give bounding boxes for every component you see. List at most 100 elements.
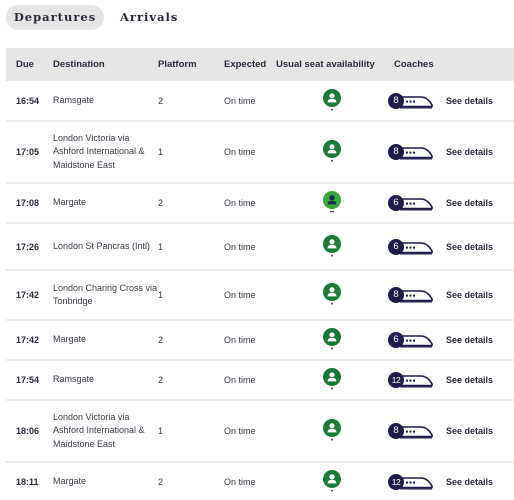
seat-circle <box>323 328 341 346</box>
destination: Margate <box>53 476 87 487</box>
platform: 1 <box>158 426 164 436</box>
due-time: 18:06 <box>16 426 40 436</box>
person-icon <box>327 195 337 205</box>
table-row: 17:08 Margate 2 On time •• 6 See details <box>6 184 514 224</box>
seat-circle <box>323 140 341 158</box>
person-icon <box>327 144 337 154</box>
seat-availability: • <box>276 419 388 444</box>
seat-availability-badge: • <box>323 328 341 353</box>
coach-count-badge: 8 <box>388 422 434 440</box>
table-row: 18:11 Margate 2 On time • 12 See details <box>6 463 514 500</box>
platform: 1 <box>158 147 164 157</box>
seat-availability-badge: • <box>323 140 341 165</box>
expected-status: On time <box>224 290 256 300</box>
coach-count-badge: 8 <box>388 92 434 110</box>
table-header: Due Destination Platform Expected Usual … <box>6 48 514 81</box>
table-row: 17:54 Ramsgate 2 On time • 12 See detail… <box>6 361 514 401</box>
seat-circle <box>323 234 341 253</box>
expected-status: On time <box>224 198 256 208</box>
seat-availability-badge: • <box>323 470 341 495</box>
seat-level-dots: • <box>330 107 334 114</box>
table-row: 17:42 London Charing Cross via Tonbridge… <box>6 271 514 321</box>
coaches: 8 <box>388 92 446 110</box>
table-row: 18:06 London Victoria via Ashford Intern… <box>6 401 514 463</box>
coaches: 8 <box>388 143 446 161</box>
coaches: 12 <box>388 473 446 491</box>
person-icon <box>327 423 337 433</box>
coach-count: 8 <box>393 289 399 300</box>
header-seat-availability: Usual seat availability <box>276 59 375 70</box>
see-details-link[interactable]: See details <box>446 426 512 436</box>
seat-availability: • <box>276 234 388 260</box>
see-details-link[interactable]: See details <box>446 198 512 208</box>
coach-count: 6 <box>393 197 399 208</box>
seat-availability: • <box>276 328 388 353</box>
seat-availability-badge: • <box>323 368 341 393</box>
seat-availability-badge: • <box>323 88 341 114</box>
seat-circle <box>323 368 341 386</box>
due-time: 17:05 <box>16 147 40 157</box>
header-platform: Platform <box>158 59 197 70</box>
person-icon <box>327 474 337 484</box>
destination: London Victoria via Ashford Internationa… <box>53 411 145 449</box>
seat-availability: • <box>276 88 388 114</box>
seat-availability-badge: • <box>323 234 341 260</box>
header-due: Due <box>16 59 34 70</box>
destination: Margate <box>53 334 87 345</box>
coach-count: 6 <box>393 240 399 252</box>
seat-availability: • <box>276 140 388 165</box>
see-details-link[interactable]: See details <box>446 147 512 157</box>
platform: 1 <box>158 290 164 300</box>
person-icon <box>327 372 337 382</box>
coaches: 6 <box>388 194 446 212</box>
see-details-link[interactable]: See details <box>446 290 512 300</box>
seat-circle <box>323 419 341 437</box>
see-details-link[interactable]: See details <box>446 375 512 385</box>
see-details-link[interactable]: See details <box>446 335 512 345</box>
due-time: 17:26 <box>16 241 40 252</box>
header-destination: Destination <box>53 58 105 70</box>
due-time: 16:54 <box>16 95 40 106</box>
platform: 1 <box>158 241 164 252</box>
expected-status: On time <box>224 426 256 436</box>
coach-count-badge: 8 <box>388 286 434 304</box>
table-body: 16:54 Ramsgate 2 On time • 8 See details… <box>6 81 514 500</box>
see-details-link[interactable]: See details <box>446 96 512 106</box>
seat-level-dots: • <box>330 347 334 353</box>
destination: Ramsgate <box>53 94 95 105</box>
due-time: 17:42 <box>16 335 40 345</box>
coach-count-badge: 12 <box>388 371 434 389</box>
seat-availability: •• <box>276 191 388 216</box>
coach-count: 8 <box>393 146 399 157</box>
destination: London St Pancras (Intl) <box>53 240 151 251</box>
coaches: 6 <box>388 331 446 349</box>
coach-count-badge: 6 <box>388 331 434 349</box>
coaches: 6 <box>388 238 446 256</box>
seat-availability-badge: • <box>323 419 341 444</box>
seat-level-dots: • <box>330 387 334 393</box>
tab-arrivals[interactable]: Arrivals <box>116 5 182 30</box>
coach-count-badge: 6 <box>388 194 434 212</box>
seat-level-dots: • <box>330 489 334 495</box>
seat-circle <box>323 470 341 488</box>
coach-count: 12 <box>391 477 401 487</box>
seat-level-dots: • <box>330 302 334 308</box>
expected-status: On time <box>224 477 256 487</box>
coaches: 8 <box>388 422 446 440</box>
expected-status: On time <box>224 375 256 385</box>
see-details-link[interactable]: See details <box>446 477 512 487</box>
seat-level-dots: •• <box>329 210 335 216</box>
expected-status: On time <box>224 147 256 157</box>
seat-availability-badge: • <box>323 283 341 308</box>
seat-circle <box>323 283 341 301</box>
header-expected: Expected <box>224 59 267 70</box>
expected-status: On time <box>224 335 256 345</box>
tab-departures[interactable]: Departures <box>6 4 104 30</box>
coach-count: 8 <box>393 94 399 106</box>
coaches: 12 <box>388 371 446 389</box>
header-coaches: Coaches <box>394 59 434 70</box>
coach-count-badge: 12 <box>388 473 434 491</box>
person-icon <box>327 287 337 297</box>
see-details-link[interactable]: See details <box>446 242 512 252</box>
platform: 2 <box>158 477 164 487</box>
